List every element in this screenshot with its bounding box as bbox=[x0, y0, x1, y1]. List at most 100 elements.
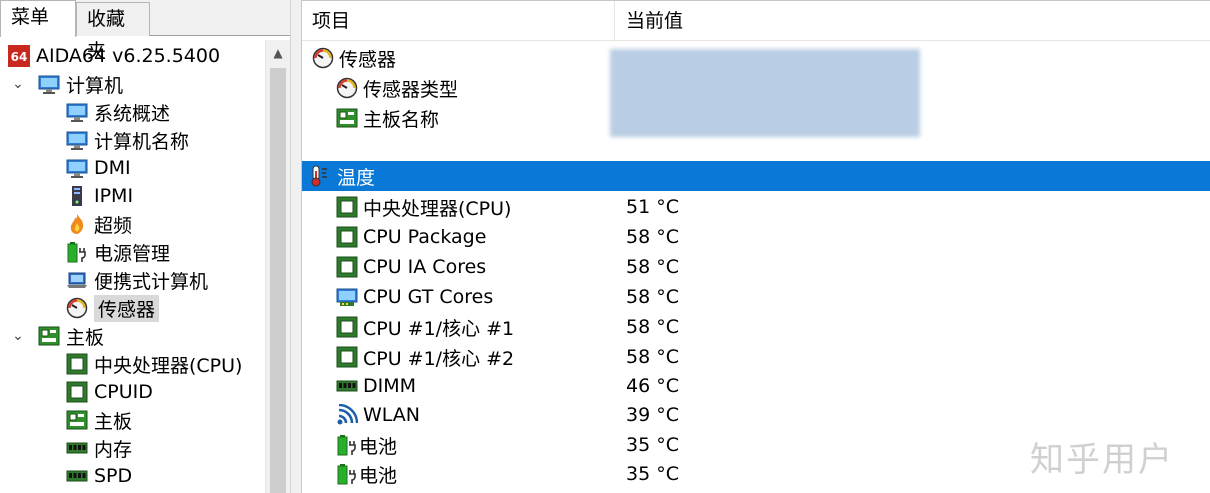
cpu-icon bbox=[336, 226, 358, 248]
column-header-item[interactable]: 项目 bbox=[302, 1, 615, 41]
temperature-row[interactable]: CPU IA Cores 58 °C bbox=[302, 252, 1210, 282]
tree-item-computer[interactable]: 计算机 bbox=[38, 70, 123, 98]
scrollbar-thumb[interactable] bbox=[270, 68, 286, 493]
pane-tabs: 菜单 收藏夹 bbox=[0, 0, 290, 62]
chevron-down-icon[interactable]: ⌄ bbox=[10, 322, 26, 350]
row-label: 电池 bbox=[359, 464, 398, 487]
tree-item-sensors[interactable]: 传感器 bbox=[66, 294, 160, 322]
row-value: 35 °C bbox=[626, 463, 679, 485]
tree-item-label: 计算机名称 bbox=[94, 130, 190, 153]
group-header-sensors[interactable]: 传感器 bbox=[302, 43, 1210, 73]
chevron-down-icon[interactable]: ⌄ bbox=[10, 70, 26, 98]
tree-item-computer-name[interactable]: 计算机名称 bbox=[66, 126, 189, 154]
tab-menu[interactable]: 菜单 bbox=[0, 0, 76, 37]
tree-item-label: 主板 bbox=[66, 326, 105, 349]
computer-icon bbox=[66, 101, 88, 123]
row-value: 58 °C bbox=[626, 226, 679, 248]
computer-icon bbox=[66, 129, 88, 151]
column-header-value[interactable]: 当前值 bbox=[615, 1, 1210, 41]
tree-item-label: SPD bbox=[94, 465, 133, 487]
sensor-row[interactable]: 主板名称 bbox=[302, 103, 1210, 133]
tree-item-system-summary[interactable]: 系统概述 bbox=[66, 98, 170, 126]
tree-item-ipmi[interactable]: IPMI bbox=[66, 182, 133, 210]
tree-item-label: 内存 bbox=[94, 438, 133, 461]
temperature-row[interactable]: DIMM 46 °C bbox=[302, 371, 1210, 401]
flame-icon bbox=[66, 213, 88, 235]
tree-item-root[interactable]: 64 AIDA64 v6.25.5400 bbox=[8, 42, 220, 70]
tree-item-cpuid[interactable]: CPUID bbox=[66, 378, 153, 406]
group-title: 温度 bbox=[337, 166, 376, 189]
computer-icon bbox=[38, 73, 60, 95]
tree-item-memory[interactable]: 内存 bbox=[66, 434, 132, 462]
cpu-icon bbox=[336, 316, 358, 338]
motherboard-icon bbox=[38, 325, 60, 347]
memory-icon bbox=[66, 465, 88, 487]
battery-icon bbox=[66, 241, 88, 263]
tree-item-label: CPUID bbox=[94, 381, 153, 403]
server-icon bbox=[66, 185, 88, 207]
temperature-row[interactable]: CPU #1/核心 #2 58 °C bbox=[302, 342, 1210, 372]
row-label: CPU GT Cores bbox=[363, 286, 494, 308]
gpu-icon bbox=[336, 286, 358, 308]
sensor-list-view: 项目 当前值 传感器 传感器类型 主板名称 温度 中央处理器(CPU) 51 °… bbox=[302, 0, 1210, 493]
row-label: 传感器类型 bbox=[363, 78, 459, 101]
left-navigation-pane: 菜单 收藏夹 64 AIDA64 v6.25.5400 ⌄ 计算机 系统概述 计… bbox=[0, 0, 290, 493]
tree-item-label: 计算机 bbox=[66, 74, 124, 97]
row-label: DIMM bbox=[363, 375, 417, 397]
computer-icon bbox=[66, 157, 88, 179]
chevron-up-icon[interactable]: ▲ bbox=[266, 40, 290, 66]
tree-item-overclock[interactable]: 超频 bbox=[66, 210, 132, 238]
group-header-temperature[interactable]: 温度 bbox=[302, 161, 1210, 191]
watermark-text: 知乎用户 bbox=[1030, 440, 1174, 480]
laptop-icon bbox=[66, 269, 88, 291]
temperature-row[interactable]: WLAN 39 °C bbox=[302, 400, 1210, 430]
tree-item-label: 系统概述 bbox=[94, 102, 171, 125]
sensor-row[interactable]: 传感器类型 bbox=[302, 73, 1210, 103]
gauge-icon bbox=[336, 77, 358, 99]
column-headers: 项目 当前值 bbox=[302, 1, 1210, 41]
tree-item-portable-computer[interactable]: 便携式计算机 bbox=[66, 266, 208, 294]
row-label: 电池 bbox=[359, 435, 398, 458]
navigation-tree: 64 AIDA64 v6.25.5400 ⌄ 计算机 系统概述 计算机名称 DM… bbox=[0, 40, 265, 493]
tree-item-label: 便携式计算机 bbox=[94, 270, 209, 293]
battery-icon bbox=[336, 434, 358, 456]
row-value: 58 °C bbox=[626, 346, 679, 368]
tree-item-label: 超频 bbox=[94, 214, 133, 237]
tree-item-label: 电源管理 bbox=[94, 242, 171, 265]
temperature-row[interactable]: CPU Package 58 °C bbox=[302, 222, 1210, 252]
memory-icon bbox=[336, 375, 358, 397]
tree-item-spd[interactable]: SPD bbox=[66, 462, 132, 490]
row-label: CPU #1/核心 #2 bbox=[363, 347, 515, 370]
temperature-row[interactable]: CPU #1/核心 #1 58 °C bbox=[302, 312, 1210, 342]
gauge-icon bbox=[66, 297, 88, 319]
row-value: 58 °C bbox=[626, 256, 679, 278]
tree-item-dmi[interactable]: DMI bbox=[66, 154, 131, 182]
row-label: 主板名称 bbox=[363, 108, 440, 131]
row-value: 58 °C bbox=[626, 316, 679, 338]
aida64-logo-icon: 64 bbox=[8, 45, 30, 67]
row-label: CPU Package bbox=[363, 226, 487, 248]
thermometer-icon bbox=[310, 165, 332, 187]
tree-item-motherboard-group[interactable]: 主板 bbox=[38, 322, 104, 350]
row-value: 58 °C bbox=[626, 286, 679, 308]
temperature-row[interactable]: CPU GT Cores 58 °C bbox=[302, 282, 1210, 312]
wifi-icon bbox=[336, 404, 358, 426]
group-title: 传感器 bbox=[339, 48, 397, 71]
row-value: 51 °C bbox=[626, 196, 679, 218]
tree-scrollbar[interactable]: ▲ bbox=[265, 40, 290, 493]
row-label: 中央处理器(CPU) bbox=[363, 197, 512, 220]
battery-icon bbox=[336, 463, 358, 485]
tree-item-cpu[interactable]: 中央处理器(CPU) bbox=[66, 350, 242, 378]
memory-icon bbox=[66, 437, 88, 459]
row-value: 46 °C bbox=[626, 375, 679, 397]
row-value: 35 °C bbox=[626, 434, 679, 456]
row-label: WLAN bbox=[363, 404, 421, 426]
tab-favorites[interactable]: 收藏夹 bbox=[76, 2, 150, 62]
cpu-icon bbox=[66, 381, 88, 403]
svg-text:64: 64 bbox=[11, 50, 28, 64]
tree-item-power-management[interactable]: 电源管理 bbox=[66, 238, 170, 266]
pane-splitter[interactable] bbox=[290, 0, 302, 493]
tree-item-motherboard[interactable]: 主板 bbox=[66, 406, 132, 434]
cpu-icon bbox=[336, 256, 358, 278]
temperature-row[interactable]: 中央处理器(CPU) 51 °C bbox=[302, 192, 1210, 222]
